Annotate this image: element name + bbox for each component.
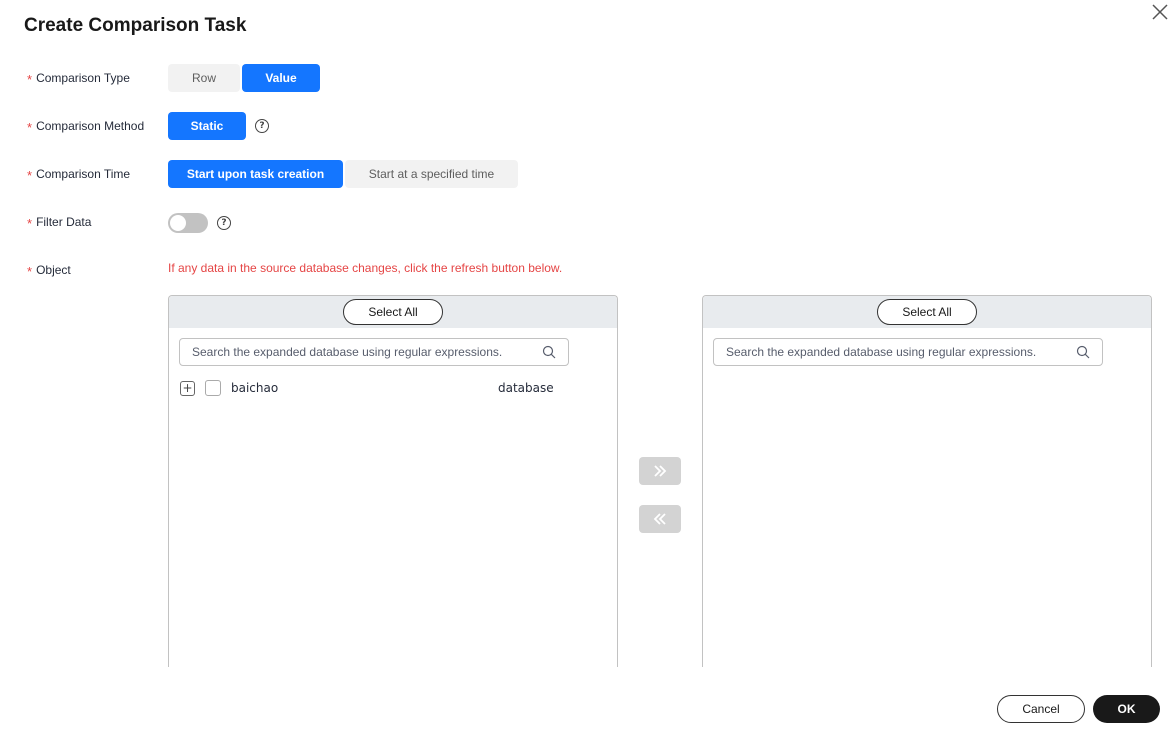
- help-icon[interactable]: ?: [217, 216, 231, 230]
- filter-data-toggle[interactable]: [168, 213, 208, 233]
- node-name: baichao: [231, 381, 279, 395]
- target-search-field: [713, 338, 1103, 366]
- comparison-time-label-text: Comparison Time: [36, 166, 131, 181]
- target-panel-header: Select All: [703, 296, 1151, 328]
- filter-data-label-text: Filter Data: [36, 214, 92, 229]
- comparison-method-static-option[interactable]: Static: [168, 112, 246, 140]
- comparison-type-label-text: Comparison Type: [36, 70, 130, 85]
- required-mark: *: [27, 72, 33, 87]
- source-panel-header: Select All: [169, 296, 617, 328]
- required-mark: *: [27, 216, 33, 231]
- double-chevron-right-icon: [654, 465, 667, 477]
- object-refresh-hint: If any data in the source database chang…: [168, 261, 563, 275]
- source-search-field: [179, 338, 569, 366]
- comparison-type-label: * Comparison Type: [27, 70, 130, 88]
- cancel-button[interactable]: Cancel: [997, 695, 1085, 723]
- toggle-knob: [170, 215, 186, 231]
- filter-data-label: * Filter Data: [27, 214, 92, 232]
- comparison-time-specified-time-option[interactable]: Start at a specified time: [345, 160, 518, 188]
- source-search-input[interactable]: [192, 345, 542, 359]
- comparison-method-label: * Comparison Method: [27, 118, 145, 136]
- tree-node-row: + baichao database: [180, 379, 560, 397]
- comparison-time-label: * Comparison Time: [27, 166, 131, 184]
- object-label-text: Object: [36, 262, 71, 277]
- target-object-panel: Select All: [702, 295, 1152, 667]
- ok-button[interactable]: OK: [1093, 695, 1160, 723]
- search-icon[interactable]: [542, 345, 556, 359]
- double-chevron-left-icon: [653, 513, 666, 525]
- comparison-type-value-option[interactable]: Value: [242, 64, 320, 92]
- node-checkbox[interactable]: [205, 380, 221, 396]
- target-select-all-button[interactable]: Select All: [877, 299, 977, 325]
- move-left-button[interactable]: [639, 505, 681, 533]
- source-object-panel: Select All + baichao database: [168, 295, 618, 667]
- node-type: database: [498, 381, 554, 395]
- dialog-title: Create Comparison Task: [24, 15, 247, 36]
- comparison-time-start-on-creation-option[interactable]: Start upon task creation: [168, 160, 343, 188]
- required-mark: *: [27, 168, 33, 183]
- search-icon[interactable]: [1076, 345, 1090, 359]
- required-mark: *: [27, 264, 33, 279]
- target-search-input[interactable]: [726, 345, 1076, 359]
- move-right-button[interactable]: [639, 457, 681, 485]
- source-select-all-button[interactable]: Select All: [343, 299, 443, 325]
- comparison-method-label-text: Comparison Method: [36, 118, 145, 133]
- close-icon[interactable]: [1150, 2, 1169, 22]
- comparison-type-row-option[interactable]: Row: [168, 64, 240, 92]
- object-label: * Object: [27, 262, 71, 280]
- required-mark: *: [27, 120, 33, 135]
- expand-icon[interactable]: +: [180, 380, 195, 396]
- help-icon[interactable]: ?: [255, 119, 269, 133]
